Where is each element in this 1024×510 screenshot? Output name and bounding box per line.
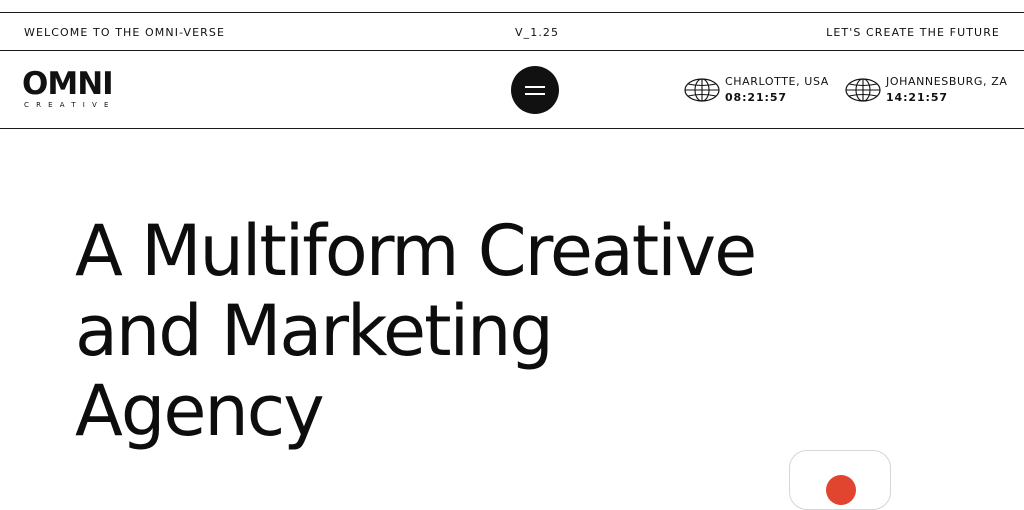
logo-subtitle: CREATIVE	[24, 101, 116, 109]
floating-action-card[interactable]	[789, 450, 891, 510]
clock-city: CHARLOTTE, USA	[725, 75, 829, 88]
tagline-text: LET'S CREATE THE FUTURE	[826, 26, 1000, 39]
logo-wordmark: OMNI	[22, 66, 114, 102]
omni-creative-logo[interactable]: OMNI CREATIVE	[22, 69, 130, 111]
globe-icon	[684, 78, 720, 102]
accent-dot-icon	[826, 475, 856, 505]
hero-line-2: and Marketing	[75, 290, 554, 372]
clock-city: JOHANNESBURG, ZA	[886, 75, 1008, 88]
hero-heading: A Multiform Creative and Marketing Agenc…	[75, 210, 757, 452]
clock-johannesburg: JOHANNESBURG, ZA 14:21:57	[845, 73, 1010, 107]
menu-button[interactable]	[511, 66, 559, 114]
globe-icon	[845, 78, 881, 102]
clock-time: 14:21:57	[886, 91, 948, 104]
clock-time: 08:21:57	[725, 91, 787, 104]
clock-charlotte: CHARLOTTE, USA 08:21:57	[684, 73, 834, 107]
hero-line-3: Agency	[75, 370, 325, 452]
version-label: V_1.25	[515, 26, 560, 39]
hamburger-icon	[525, 86, 545, 88]
site-header: OMNI CREATIVE CHARLOTTE, USA 08:21:57 JO…	[0, 51, 1024, 129]
hero-line-1: A Multiform Creative	[75, 210, 757, 292]
welcome-text: WELCOME TO THE OMNI-VERSE	[24, 26, 226, 39]
top-announcement-bar: WELCOME TO THE OMNI-VERSE V_1.25 LET'S C…	[0, 12, 1024, 51]
hamburger-icon-line	[525, 93, 545, 95]
